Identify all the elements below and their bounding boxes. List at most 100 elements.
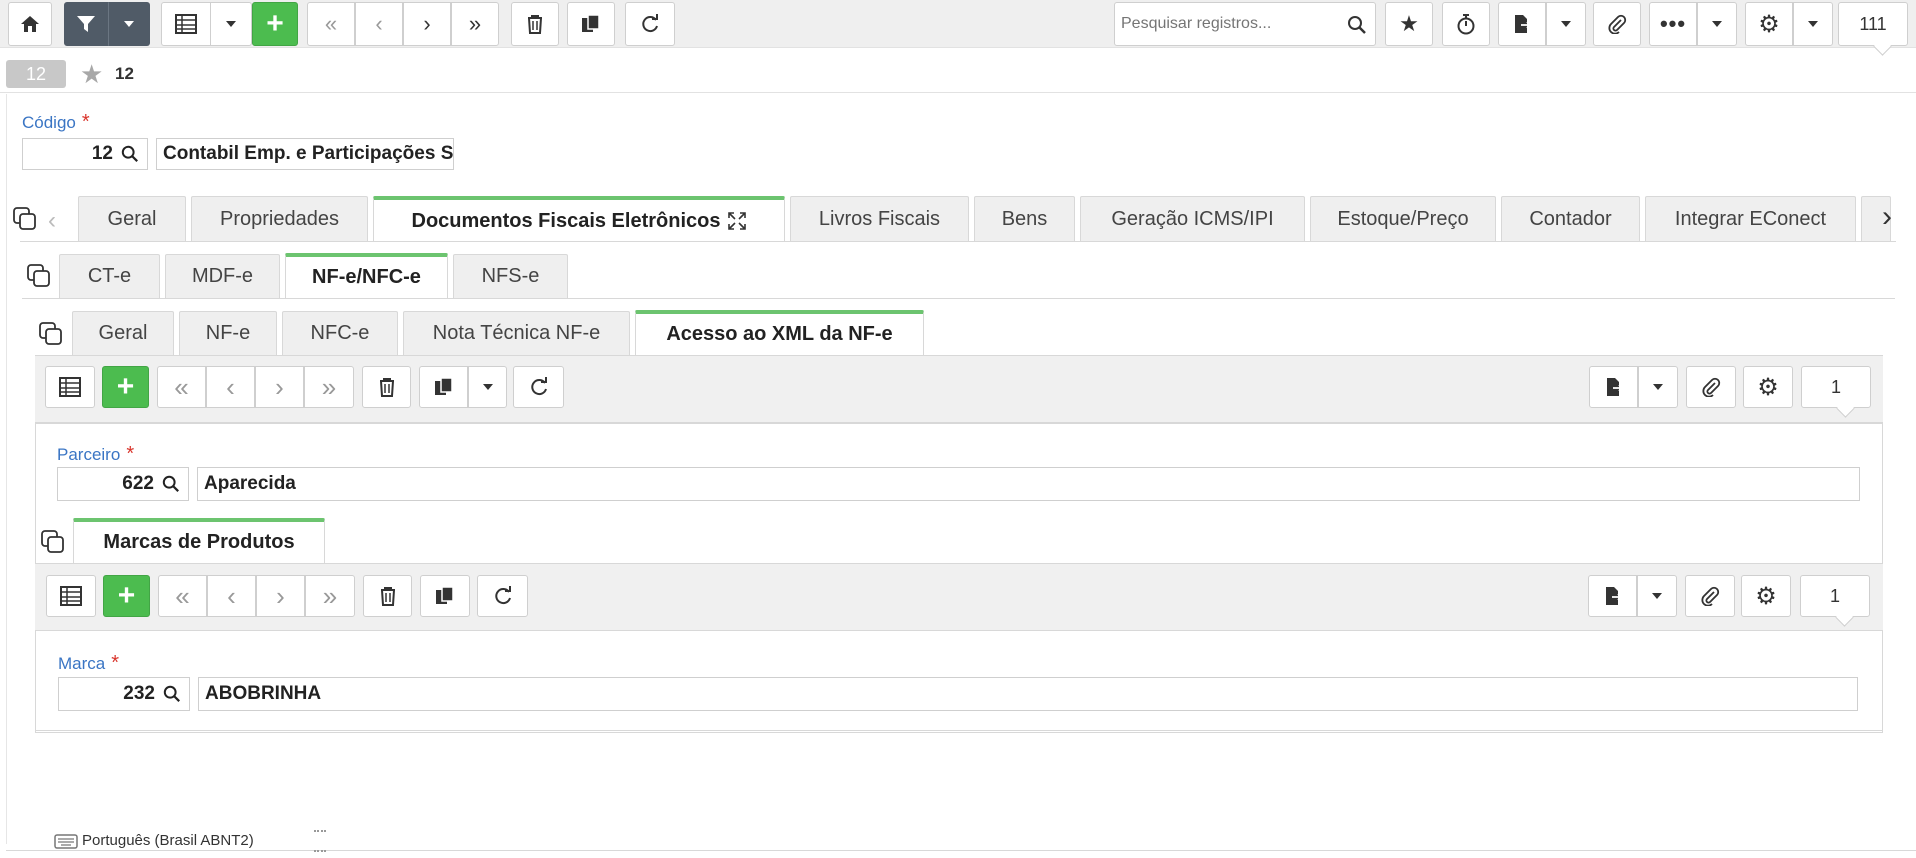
chevron-down-icon <box>1653 384 1663 390</box>
tab-documentos-fiscais[interactable]: Documentos Fiscais Eletrônicos <box>373 196 785 242</box>
tab-nfe-geral[interactable]: Geral <box>72 311 174 355</box>
tab-nfce[interactable]: NFC-e <box>282 311 398 355</box>
tab-livros-fiscais[interactable]: Livros Fiscais <box>790 196 969 241</box>
search-icon[interactable] <box>162 475 180 493</box>
codigo-description: Contabil Emp. e Participações S <box>156 138 454 170</box>
previous-record-button[interactable]: ‹ <box>206 366 255 408</box>
tab-bens[interactable]: Bens <box>974 196 1075 241</box>
duplicate-button[interactable] <box>567 2 615 46</box>
copy-icon[interactable] <box>27 264 51 288</box>
next-record-button[interactable]: › <box>255 366 304 408</box>
copy-icon[interactable] <box>39 322 63 346</box>
filter-dropdown-button[interactable] <box>108 2 150 46</box>
tab-geral[interactable]: Geral <box>78 196 186 241</box>
record-count[interactable]: 1 <box>1801 366 1871 408</box>
export-button[interactable] <box>1588 575 1637 617</box>
first-record-button[interactable]: « <box>157 366 206 408</box>
more-actions-dropdown[interactable] <box>1697 2 1737 46</box>
tab-propriedades[interactable]: Propriedades <box>191 196 368 241</box>
codigo-input[interactable]: 12 <box>22 138 148 170</box>
marca-code-input[interactable]: 232 <box>58 677 190 711</box>
export-dropdown[interactable] <box>1638 366 1678 408</box>
next-record-button[interactable]: › <box>256 575 305 617</box>
divider <box>0 92 1916 93</box>
keyboard-layout-indicator[interactable]: Português (Brasil ABNT2) <box>54 832 254 849</box>
first-record-button[interactable]: « <box>158 575 207 617</box>
previous-record-button[interactable]: ‹ <box>207 575 256 617</box>
delete-button[interactable] <box>363 575 412 617</box>
chevron-left-icon[interactable]: ‹ <box>48 207 56 235</box>
tab-nfe[interactable]: NF-e <box>179 311 277 355</box>
tab-mdf-e[interactable]: MDF-e <box>165 254 280 298</box>
tab-nfs-e[interactable]: NFS-e <box>453 254 568 298</box>
more-actions-button[interactable]: ••• <box>1649 2 1697 46</box>
search-icon[interactable] <box>163 685 181 703</box>
filter-icon <box>77 16 95 32</box>
search-icon[interactable] <box>121 145 139 163</box>
search-input[interactable] <box>1121 13 1339 35</box>
first-record-button[interactable]: « <box>307 2 355 46</box>
refresh-button[interactable] <box>477 575 528 617</box>
add-button[interactable]: + <box>252 2 298 46</box>
refresh-button[interactable] <box>625 2 675 46</box>
next-record-button[interactable]: › <box>403 2 451 46</box>
duplicate-button[interactable] <box>420 575 470 617</box>
divider <box>6 850 1916 851</box>
star-icon: ★ <box>1399 11 1419 36</box>
last-record-button[interactable]: » <box>305 575 355 617</box>
required-mark: * <box>81 111 90 133</box>
grid-view-button[interactable] <box>45 366 95 408</box>
attachments-button[interactable] <box>1685 575 1735 617</box>
attachments-button[interactable] <box>1593 2 1641 46</box>
tab-geracao-icms-ipi[interactable]: Geração ICMS/IPI <box>1080 196 1305 241</box>
attachments-button[interactable] <box>1686 366 1736 408</box>
favorite-star-icon[interactable]: ★ <box>80 60 103 88</box>
previous-record-button[interactable]: ‹ <box>355 2 403 46</box>
tab-contador[interactable]: Contador <box>1501 196 1640 241</box>
grid-view-button[interactable] <box>46 575 96 617</box>
settings-button[interactable]: ⚙ <box>1743 366 1793 408</box>
export-dropdown[interactable] <box>1637 575 1677 617</box>
record-count[interactable]: 111 <box>1838 2 1908 46</box>
settings-dropdown[interactable] <box>1793 2 1833 46</box>
copy-icon[interactable] <box>41 530 65 554</box>
grid-view-dropdown[interactable] <box>210 2 252 46</box>
tab-acesso-xml-nfe[interactable]: Acesso ao XML da NF-e <box>635 310 924 355</box>
favorites-button[interactable]: ★ <box>1385 2 1433 46</box>
export-button[interactable] <box>1589 366 1638 408</box>
duplicate-button[interactable] <box>419 366 468 408</box>
tab-nfe-nfce[interactable]: NF-e/NFC-e <box>285 253 448 298</box>
timer-button[interactable] <box>1442 2 1490 46</box>
last-record-button[interactable]: » <box>304 366 354 408</box>
settings-button[interactable]: ⚙ <box>1741 575 1791 617</box>
delete-button[interactable] <box>511 2 559 46</box>
marca-name: ABOBRINHA <box>198 677 1858 711</box>
last-record-button[interactable]: » <box>451 2 499 46</box>
delete-button[interactable] <box>362 366 411 408</box>
filter-button[interactable] <box>64 2 108 46</box>
tab-nota-tecnica-nfe[interactable]: Nota Técnica NF-e <box>403 311 630 355</box>
parceiro-code-input[interactable]: 622 <box>57 467 189 501</box>
search-icon[interactable] <box>1347 15 1367 35</box>
add-button[interactable]: + <box>103 575 150 617</box>
duplicate-dropdown[interactable] <box>468 366 507 408</box>
add-button[interactable]: + <box>102 366 149 408</box>
export-button[interactable] <box>1498 2 1546 46</box>
chevron-right-icon[interactable]: › <box>1882 200 1892 234</box>
resize-handle-icon[interactable] <box>314 830 326 852</box>
home-button[interactable] <box>8 2 52 46</box>
tab-integrar-econect[interactable]: Integrar EConect <box>1645 196 1856 241</box>
refresh-button[interactable] <box>513 366 564 408</box>
chevron-left-icon: ‹ <box>226 371 235 402</box>
record-count[interactable]: 1 <box>1800 575 1870 617</box>
tab-estoque-preco[interactable]: Estoque/Preço <box>1310 196 1496 241</box>
grid-view-button[interactable] <box>161 2 211 46</box>
copy-icon[interactable] <box>13 207 37 231</box>
tab-marcas-de-produtos[interactable]: Marcas de Produtos <box>73 518 325 563</box>
marca-label: Marca * <box>58 652 119 675</box>
tab-ct-e[interactable]: CT-e <box>59 254 160 298</box>
export-dropdown[interactable] <box>1546 2 1586 46</box>
settings-button[interactable]: ⚙ <box>1745 2 1793 46</box>
expand-icon[interactable] <box>728 212 747 230</box>
home-icon <box>21 16 39 32</box>
